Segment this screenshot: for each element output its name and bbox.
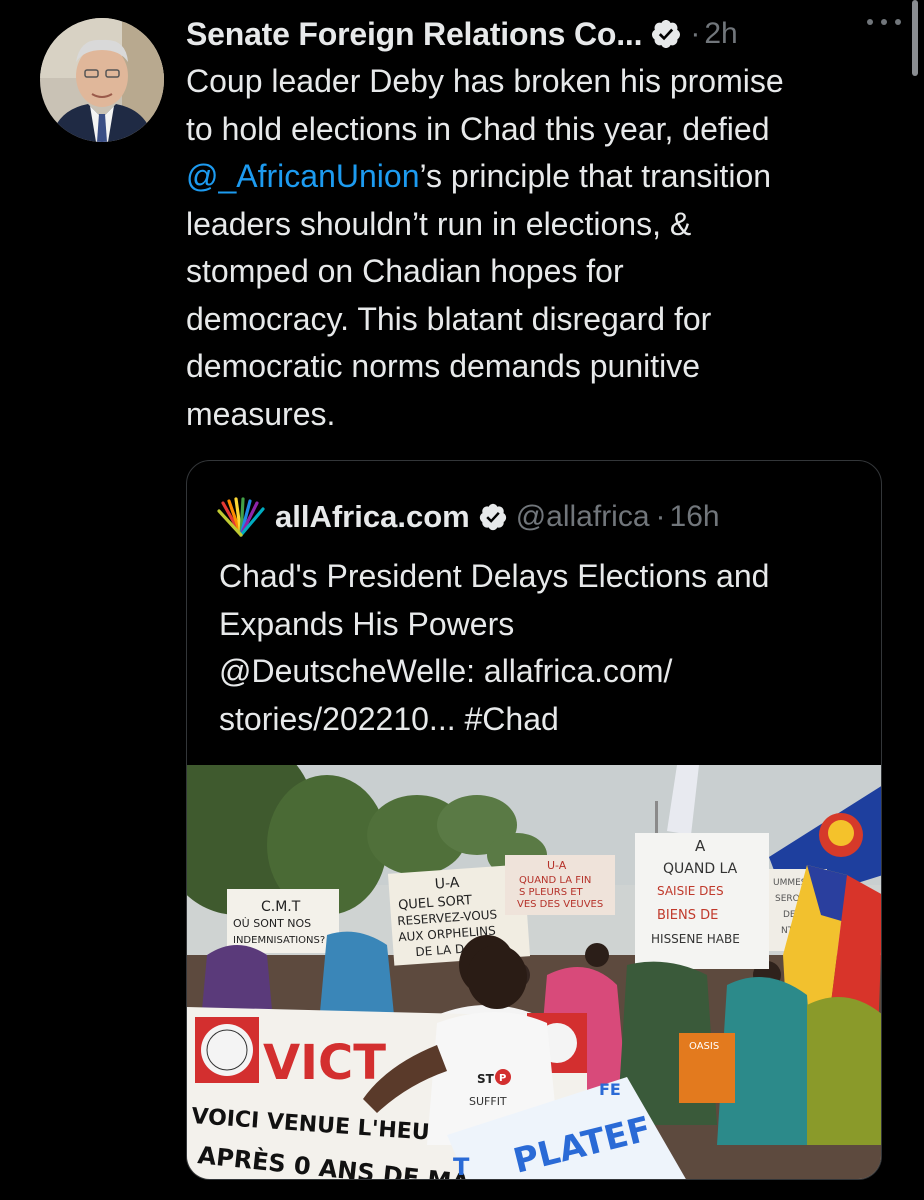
- quoted-text-line: Expands His Powers: [219, 605, 515, 642]
- tweet-text-fragment: ’s principle that transition: [419, 158, 772, 194]
- tweet-text-line: Coup leader Deby has broken his promise: [186, 63, 784, 99]
- tweet-text-line: measures.: [186, 395, 336, 432]
- quoted-handle[interactable]: @allafrica: [516, 500, 650, 534]
- svg-text:U-A: U-A: [434, 875, 460, 893]
- svg-text:FE: FE: [599, 1080, 621, 1099]
- svg-text:OÙ SONT NOS: OÙ SONT NOS: [233, 917, 311, 930]
- quoted-text-line: Chad's President Delays Elections and: [219, 558, 770, 594]
- tweet-text-line: @_AfricanUnion’s principle that transiti…: [186, 153, 886, 201]
- tweet-text-line: to hold elections in Chad this year, def…: [186, 110, 770, 147]
- tweet-timestamp[interactable]: 2h: [704, 17, 737, 51]
- tweet-text-line: stomped on Chadian hopes for: [186, 253, 624, 289]
- tweet-header: Senate Foreign Relations Co... · 2h: [186, 12, 896, 56]
- quoted-timestamp[interactable]: 16h: [670, 500, 720, 534]
- svg-text:P: P: [499, 1073, 506, 1084]
- svg-text:A: A: [695, 837, 706, 855]
- svg-text:QUAND LA FIN: QUAND LA FIN: [519, 875, 591, 886]
- meta-separator: ·: [655, 500, 666, 533]
- svg-text:INDEMNISATIONS?: INDEMNISATIONS?: [233, 935, 325, 946]
- svg-text:OASIS: OASIS: [689, 1041, 719, 1052]
- tweet-text: Coup leader Deby has broken his promise …: [186, 58, 886, 438]
- quoted-author-name[interactable]: allAfrica.com: [275, 499, 470, 535]
- svg-text:SAISIE DES: SAISIE DES: [657, 884, 724, 898]
- verified-badge-icon: [652, 20, 681, 48]
- svg-text:HISSENE HABE: HISSENE HABE: [651, 932, 740, 946]
- svg-text:VICT: VICT: [263, 1035, 386, 1091]
- quoted-text-line: @DeutscheWelle: allafrica.com/: [219, 653, 673, 689]
- svg-text:SUFFIT: SUFFIT: [469, 1095, 507, 1108]
- protest-photo: C.M.T OÙ SONT NOS INDEMNISATIONS? U-A QU…: [187, 765, 881, 1180]
- tweet-text-line: leaders shouldn’t run in elections, &: [186, 205, 692, 242]
- svg-text:U-A: U-A: [547, 859, 567, 872]
- meta-separator: ·: [690, 17, 701, 50]
- quoted-tweet[interactable]: allAfrica.com @allafrica · 16h Chad's Pr…: [186, 460, 882, 1180]
- author-name[interactable]: Senate Foreign Relations Co...: [186, 16, 643, 53]
- mention-link[interactable]: @_AfricanUnion: [186, 158, 419, 194]
- quoted-text-line: stories/202210... #Chad: [219, 700, 559, 737]
- more-horizontal-icon[interactable]: [862, 10, 906, 34]
- svg-text:T: T: [453, 1153, 470, 1180]
- tweet-text-line: democracy. This blatant disregard for: [186, 300, 712, 337]
- svg-text:S PLEURS ET: S PLEURS ET: [519, 887, 584, 898]
- author-avatar[interactable]: [40, 18, 164, 142]
- svg-text:VES DES VEUVES: VES DES VEUVES: [517, 899, 603, 910]
- avatar-photo: [40, 18, 164, 142]
- allafrica-logo-icon: [217, 497, 265, 537]
- quoted-tweet-header: allAfrica.com @allafrica · 16h: [217, 497, 720, 537]
- scrollbar[interactable]: [912, 0, 918, 76]
- svg-text:QUAND LA: QUAND LA: [663, 861, 738, 877]
- tweet-text-line: democratic norms demands punitive: [186, 348, 701, 384]
- verified-badge-icon: [479, 503, 506, 531]
- sign-text: C.M.T: [261, 899, 301, 915]
- svg-text:ST: ST: [477, 1072, 495, 1086]
- quoted-media-image[interactable]: C.M.T OÙ SONT NOS INDEMNISATIONS? U-A QU…: [187, 765, 881, 1180]
- quoted-tweet-text: Chad's President Delays Elections and Ex…: [219, 553, 859, 743]
- svg-text:BIENS DE: BIENS DE: [657, 908, 718, 923]
